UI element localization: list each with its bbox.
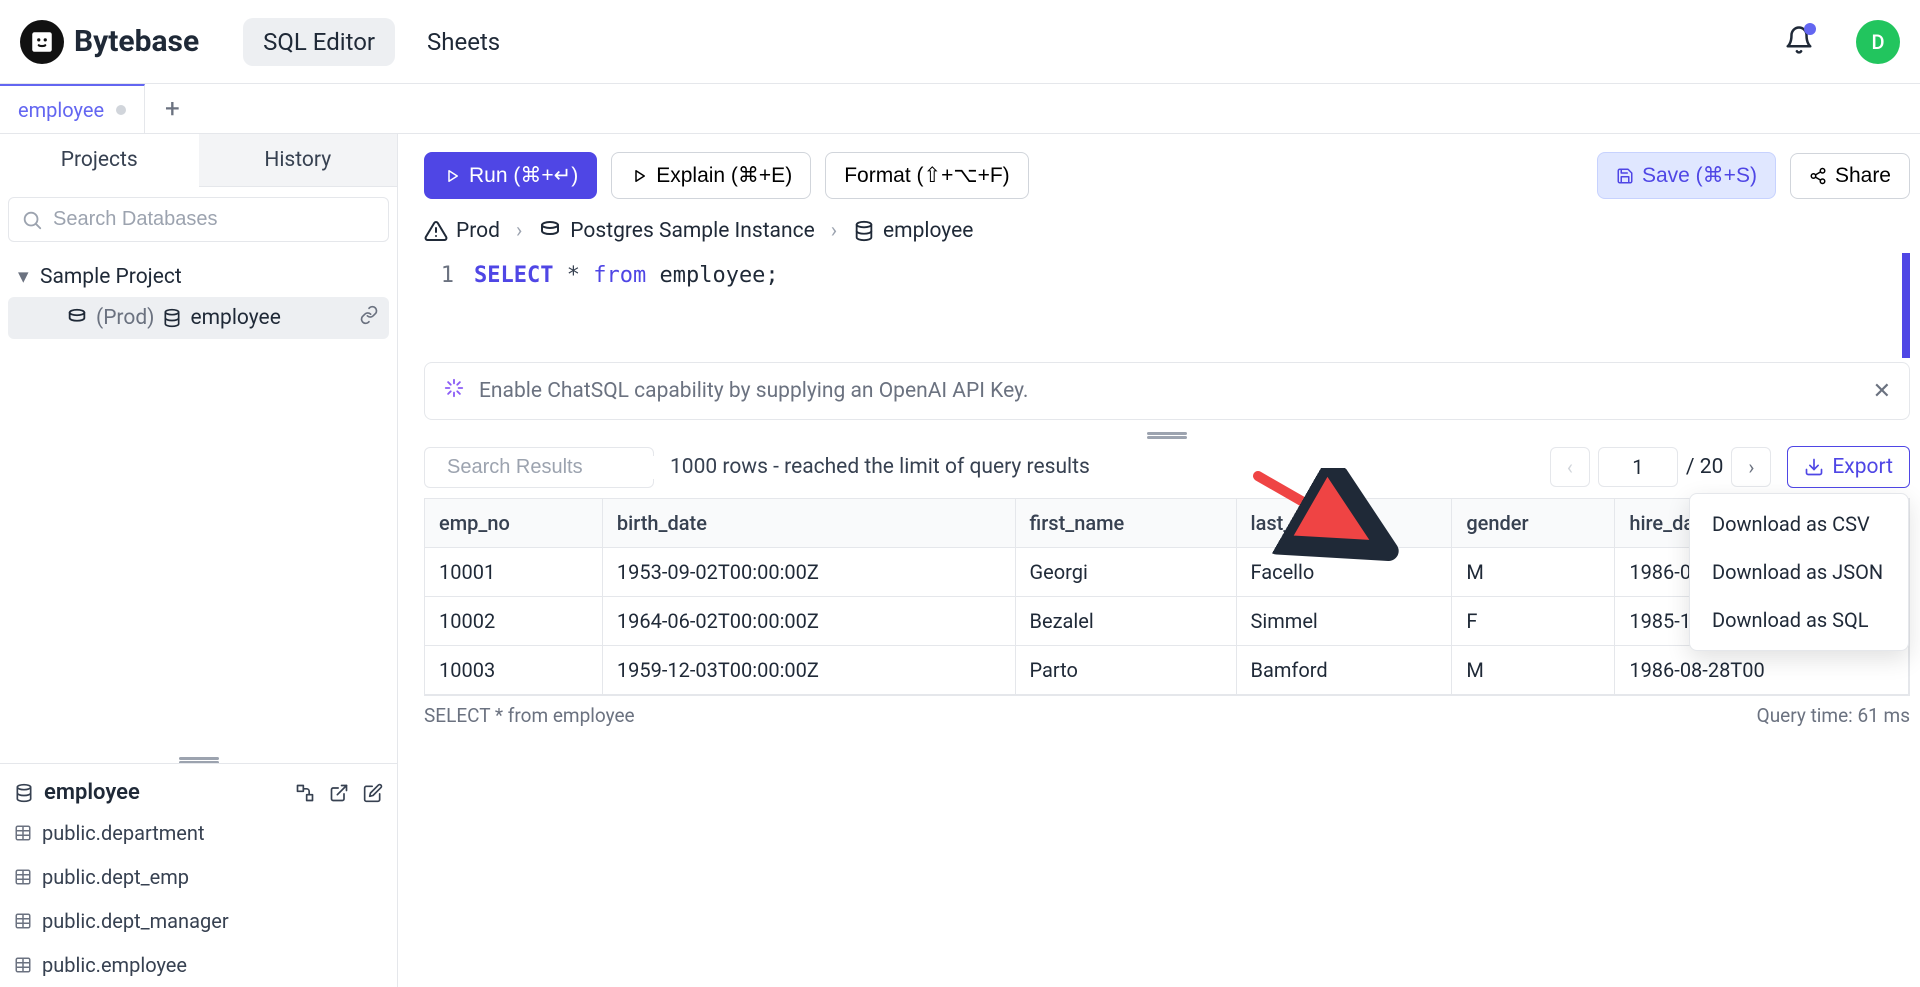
- table-icon: [14, 868, 32, 886]
- notifications-button[interactable]: [1784, 25, 1814, 59]
- column-header[interactable]: emp_no: [425, 499, 602, 548]
- edit-icon[interactable]: [363, 783, 383, 803]
- column-header[interactable]: gender: [1452, 499, 1615, 548]
- export-button[interactable]: Export Download as CSVDownload as JSONDo…: [1787, 446, 1910, 488]
- tab-dirty-dot-icon: [116, 105, 126, 115]
- explain-label: Explain (⌘+E): [656, 163, 792, 188]
- user-avatar[interactable]: D: [1856, 20, 1900, 64]
- schema-diagram-icon[interactable]: [295, 783, 315, 803]
- pager-prev-button[interactable]: ‹: [1550, 447, 1590, 487]
- search-icon: [21, 209, 43, 231]
- table-list-item[interactable]: public.employee: [12, 943, 385, 987]
- schema-db-title: employee: [44, 780, 285, 805]
- run-button[interactable]: Run (⌘+↵): [424, 152, 597, 199]
- nav-sql-editor[interactable]: SQL Editor: [243, 18, 395, 66]
- table-list-item[interactable]: public.dept_manager: [12, 899, 385, 943]
- brand-text: Bytebase: [74, 24, 199, 59]
- export-menu-item[interactable]: Download as CSV: [1690, 500, 1908, 548]
- sparkle-icon: [443, 377, 465, 405]
- export-menu: Download as CSVDownload as JSONDownload …: [1689, 493, 1909, 651]
- sidebar-tab-projects[interactable]: Projects: [0, 134, 199, 187]
- results-search[interactable]: [424, 447, 654, 488]
- sql-editor[interactable]: 1 SELECT * from employee;: [424, 253, 1910, 358]
- external-link-icon[interactable]: [329, 783, 349, 803]
- explain-button[interactable]: Explain (⌘+E): [611, 152, 811, 199]
- share-button[interactable]: Share: [1790, 153, 1910, 199]
- play-icon: [443, 167, 461, 185]
- file-tab-employee[interactable]: employee: [0, 84, 145, 133]
- tree-database-employee[interactable]: (Prod) employee: [8, 297, 389, 339]
- database-icon: [853, 220, 875, 242]
- play-outline-icon: [630, 167, 648, 185]
- sidebar-search-input[interactable]: [53, 208, 376, 231]
- export-label: Export: [1832, 455, 1893, 479]
- column-header[interactable]: last_name: [1236, 499, 1452, 548]
- table-list-item[interactable]: public.dept_emp: [12, 855, 385, 899]
- export-menu-item[interactable]: Download as SQL: [1690, 596, 1908, 644]
- table-row[interactable]: 100011953-09-02T00:00:00ZGeorgiFacelloM1…: [425, 548, 1909, 597]
- banner-text: Enable ChatSQL capability by supplying a…: [479, 379, 1028, 403]
- tree-project[interactable]: ▾ Sample Project: [8, 256, 389, 297]
- table-list-item[interactable]: public.department: [12, 811, 385, 855]
- pager-next-button[interactable]: ›: [1731, 447, 1771, 487]
- results-info: 1000 rows - reached the limit of query r…: [670, 455, 1090, 479]
- download-icon: [1804, 457, 1824, 477]
- open-link-icon[interactable]: [359, 305, 379, 331]
- sidebar-tab-history[interactable]: History: [199, 134, 398, 187]
- banner-close-button[interactable]: ✕: [1873, 379, 1891, 404]
- logo[interactable]: Bytebase: [20, 20, 199, 64]
- table-icon: [14, 912, 32, 930]
- postgres-icon: [538, 219, 562, 243]
- chatsql-banner: Enable ChatSQL capability by supplying a…: [424, 362, 1910, 420]
- line-number: 1: [424, 263, 454, 288]
- footer-time: Query time: 61 ms: [1757, 704, 1910, 727]
- results-resize-handle[interactable]: [424, 430, 1910, 440]
- warning-icon: [424, 219, 448, 243]
- database-icon: [162, 308, 182, 328]
- table-row[interactable]: 100031959-12-03T00:00:00ZPartoBamfordM19…: [425, 646, 1909, 695]
- sidebar-search[interactable]: [8, 197, 389, 242]
- table-icon: [14, 956, 32, 974]
- postgres-icon: [66, 307, 88, 329]
- file-tab-label: employee: [18, 98, 104, 122]
- table-icon: [14, 824, 32, 842]
- column-header[interactable]: birth_date: [602, 499, 1015, 548]
- save-label: Save (⌘+S): [1642, 163, 1757, 188]
- tree-db-label: employee: [190, 306, 280, 330]
- export-menu-item[interactable]: Download as JSON: [1690, 548, 1908, 596]
- save-icon: [1616, 167, 1634, 185]
- breadcrumb: Prod › Postgres Sample Instance › employ…: [424, 213, 1910, 253]
- share-label: Share: [1835, 164, 1891, 188]
- notification-dot-icon: [1804, 23, 1816, 35]
- run-label: Run (⌘+↵): [469, 163, 578, 188]
- breadcrumb-db[interactable]: employee: [853, 219, 973, 243]
- table-row[interactable]: 100021964-06-02T00:00:00ZBezalelSimmelF1…: [425, 597, 1909, 646]
- database-icon: [14, 783, 34, 803]
- breadcrumb-instance[interactable]: Postgres Sample Instance: [538, 219, 814, 243]
- column-header[interactable]: first_name: [1015, 499, 1236, 548]
- share-icon: [1809, 167, 1827, 185]
- tree-env-label: (Prod): [96, 306, 154, 330]
- format-label: Format (⇧+⌥+F): [844, 163, 1009, 188]
- caret-down-icon: ▾: [18, 264, 32, 289]
- pager-page-input[interactable]: 1: [1598, 447, 1678, 487]
- save-button[interactable]: Save (⌘+S): [1597, 152, 1776, 199]
- footer-query: SELECT * from employee: [424, 704, 635, 727]
- tree-project-label: Sample Project: [40, 265, 182, 289]
- breadcrumb-env[interactable]: Prod: [424, 219, 500, 243]
- results-table: emp_nobirth_datefirst_namelast_namegende…: [424, 498, 1910, 696]
- pager-total: / 20: [1686, 455, 1723, 479]
- nav-sheets[interactable]: Sheets: [407, 18, 520, 66]
- new-tab-button[interactable]: +: [145, 84, 200, 133]
- format-button[interactable]: Format (⇧+⌥+F): [825, 152, 1028, 199]
- logo-mark-icon: [20, 20, 64, 64]
